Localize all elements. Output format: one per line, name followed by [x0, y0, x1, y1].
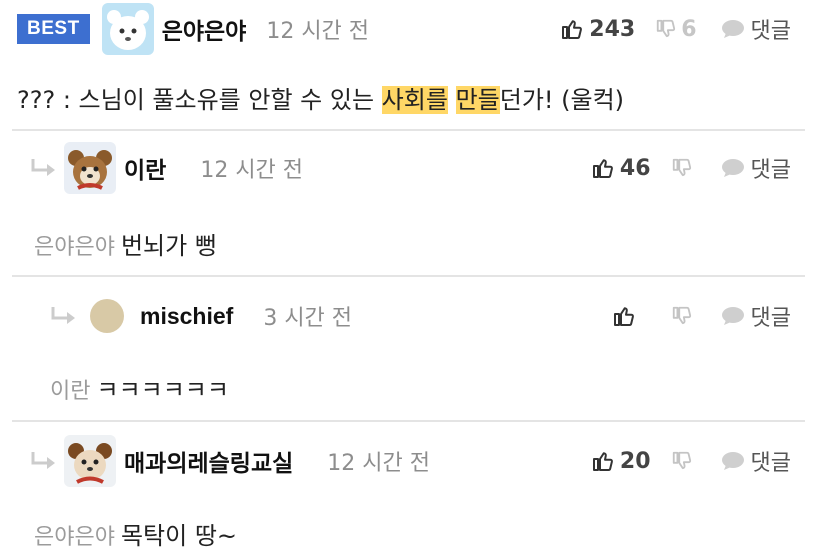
thumbs-down-icon: [672, 451, 691, 470]
speech-bubble-icon: [721, 20, 744, 38]
comment-author[interactable]: mischief: [140, 303, 233, 330]
reply-label: 댓글: [750, 158, 791, 183]
comment-reply-header: 이란 12 시간 전 46 댓글: [0, 140, 817, 196]
reply-button[interactable]: 댓글: [721, 13, 791, 45]
comment-actions: 20 댓글: [591, 433, 791, 489]
mention[interactable]: 이란: [50, 379, 90, 404]
best-badge: BEST: [17, 14, 90, 44]
dislike-button[interactable]: [671, 450, 697, 472]
thumbs-down-icon: [657, 19, 676, 38]
reply-label: 댓글: [750, 19, 791, 44]
speech-bubble-icon: [721, 159, 744, 177]
comment-reply-header: 매과의레슬링교실 12 시간 전 20 댓글: [0, 433, 817, 489]
reply-label: 댓글: [750, 451, 791, 476]
comment-reply-header: mischief 3 시간 전 댓글: [0, 288, 817, 344]
avatar[interactable]: [64, 142, 116, 194]
reply-button[interactable]: 댓글: [721, 152, 791, 184]
comment-author[interactable]: 은야은야: [162, 12, 247, 46]
mention[interactable]: 은야은야: [34, 525, 115, 550]
avatar[interactable]: [90, 299, 124, 333]
dislike-button[interactable]: [671, 305, 697, 327]
highlight: 만들: [455, 86, 500, 114]
reply-button[interactable]: 댓글: [721, 300, 791, 332]
comment-best-header: BEST 은야은야 12 시간 전 243 6 댓글: [0, 1, 817, 57]
comment-time: 12 시간 전: [266, 19, 370, 44]
like-button[interactable]: 243: [560, 17, 635, 42]
thumbs-up-icon: [562, 20, 583, 39]
thumbs-down-icon: [672, 306, 691, 325]
comment-time: 12 시간 전: [327, 451, 430, 476]
comment-actions: 46 댓글: [591, 140, 791, 196]
highlight: 사회를: [381, 86, 448, 114]
like-count: 243: [589, 16, 636, 42]
dislike-count: 6: [681, 16, 697, 42]
thumbs-up-icon: [592, 452, 613, 471]
comment-text: 은야은야 번뇌가 뻥: [34, 232, 217, 260]
comment-actions: 댓글: [612, 288, 791, 344]
dislike-button[interactable]: [671, 157, 697, 179]
comment-time: 12 시간 전: [200, 158, 304, 183]
thumbs-up-icon: [592, 159, 613, 178]
comment-author[interactable]: 매과의레슬링교실: [124, 444, 293, 478]
reply-arrow-icon: [31, 452, 55, 469]
reply-label: 댓글: [750, 306, 791, 331]
comment-text: 은야은야 목탁이 땅~: [34, 522, 238, 550]
divider: [12, 275, 805, 277]
speech-bubble-icon: [721, 452, 744, 470]
like-button[interactable]: 20: [591, 449, 651, 474]
divider: [12, 129, 805, 131]
comment-text: ??? : 스님이 풀소유를 안할 수 있는 사회를 만들던가! (울컥): [17, 86, 625, 114]
like-count: 20: [619, 448, 651, 474]
like-button[interactable]: [612, 304, 641, 328]
like-button[interactable]: 46: [591, 156, 651, 181]
thumbs-down-icon: [672, 158, 691, 177]
dislike-button[interactable]: 6: [655, 16, 697, 42]
mention[interactable]: 은야은야: [34, 235, 115, 260]
speech-bubble-icon: [721, 307, 744, 325]
avatar[interactable]: [101, 3, 154, 55]
thumbs-up-icon: [613, 307, 634, 326]
avatar[interactable]: [64, 435, 116, 487]
comment-text: 이란 ㅋㅋㅋㅋㅋㅋ: [50, 376, 229, 404]
reply-button[interactable]: 댓글: [721, 445, 791, 477]
reply-arrow-icon: [51, 307, 75, 324]
like-count: 46: [619, 155, 651, 181]
reply-arrow-icon: [31, 159, 55, 176]
comment-time: 3 시간 전: [263, 306, 353, 331]
divider: [12, 420, 805, 422]
comment-author[interactable]: 이란: [124, 151, 166, 185]
comment-actions: 243 6 댓글: [560, 1, 791, 57]
